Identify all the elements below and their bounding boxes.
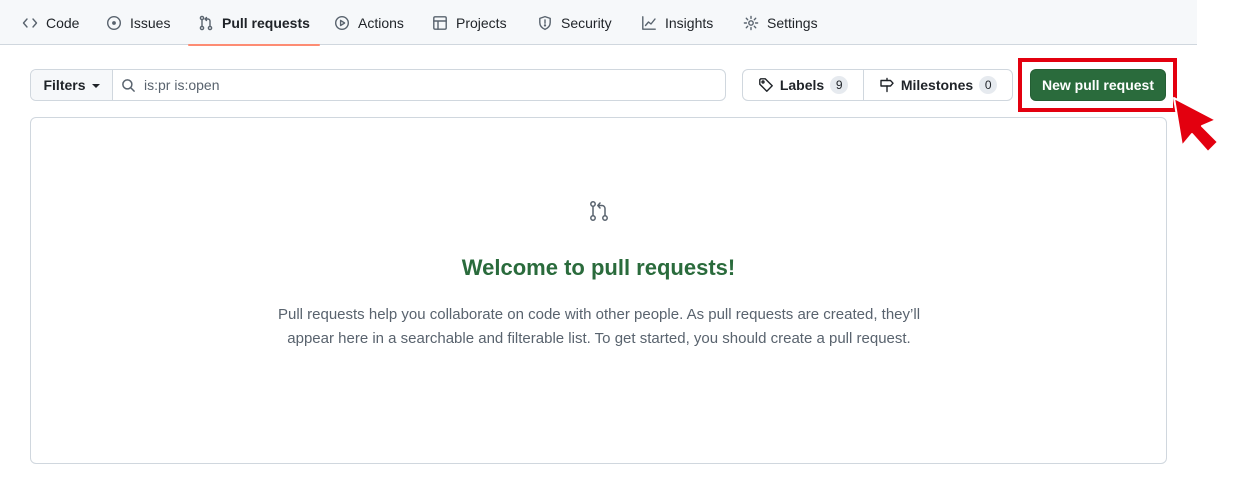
tab-actions[interactable]: Actions — [334, 0, 404, 45]
git-pull-request-icon — [587, 199, 611, 223]
tab-actions-label: Actions — [358, 14, 404, 31]
gear-icon — [743, 15, 759, 30]
table-icon — [433, 15, 447, 30]
tab-security-label: Security — [561, 14, 612, 31]
play-icon — [334, 15, 350, 30]
search-box — [113, 70, 725, 100]
milestones-label: Milestones — [900, 77, 974, 93]
tab-insights-label: Insights — [665, 14, 714, 31]
tab-issues-label: Issues — [130, 14, 171, 31]
filters-label: Filters — [43, 77, 86, 93]
tab-insights[interactable]: Insights — [641, 0, 713, 45]
tab-pull-requests[interactable]: Pull requests — [188, 0, 320, 46]
milestone-icon — [880, 77, 894, 93]
labels-button[interactable]: Labels 9 — [743, 70, 864, 100]
tab-pull-requests-label: Pull requests — [222, 14, 310, 31]
empty-state-title: Welcome to pull requests! — [461, 255, 736, 280]
milestones-count-badge: 0 — [979, 76, 998, 94]
search-input[interactable] — [144, 77, 664, 93]
graph-icon — [642, 15, 656, 30]
tab-projects-label: Projects — [456, 14, 507, 31]
tab-projects[interactable]: Projects — [432, 0, 507, 45]
caret-down-icon — [91, 84, 100, 88]
new-pull-request-button[interactable]: New pull request — [1030, 69, 1166, 101]
tab-security[interactable]: Security — [537, 0, 612, 45]
empty-state-description: Pull requests help you collaborate on co… — [277, 306, 921, 347]
filter-search-group: Filters — [30, 69, 726, 101]
search-icon — [122, 78, 135, 92]
repo-nav: Code Issues Pull requests Actions Projec… — [0, 0, 1197, 46]
labels-milestones-group: Labels 9 Milestones 0 — [742, 69, 1013, 101]
shield-icon — [539, 15, 551, 30]
tab-settings-label: Settings — [767, 14, 818, 31]
tab-issues[interactable]: Issues — [106, 0, 170, 45]
tab-code[interactable]: Code — [22, 0, 79, 45]
labels-count-badge: 9 — [830, 76, 849, 94]
tab-settings[interactable]: Settings — [743, 0, 818, 45]
tab-code-label: Code — [46, 14, 80, 31]
milestones-button[interactable]: Milestones 0 — [864, 70, 1012, 100]
pointer-arrow-icon — [1173, 97, 1219, 153]
filters-button[interactable]: Filters — [31, 70, 113, 100]
issue-opened-icon — [106, 15, 122, 30]
new-pull-request-label: New pull request — [1041, 77, 1155, 93]
code-icon — [22, 17, 38, 28]
labels-label: Labels — [779, 77, 825, 93]
tag-icon — [758, 78, 773, 92]
git-pull-request-icon — [199, 15, 213, 30]
empty-state-panel: Welcome to pull requests! Pull requests … — [30, 117, 1167, 464]
